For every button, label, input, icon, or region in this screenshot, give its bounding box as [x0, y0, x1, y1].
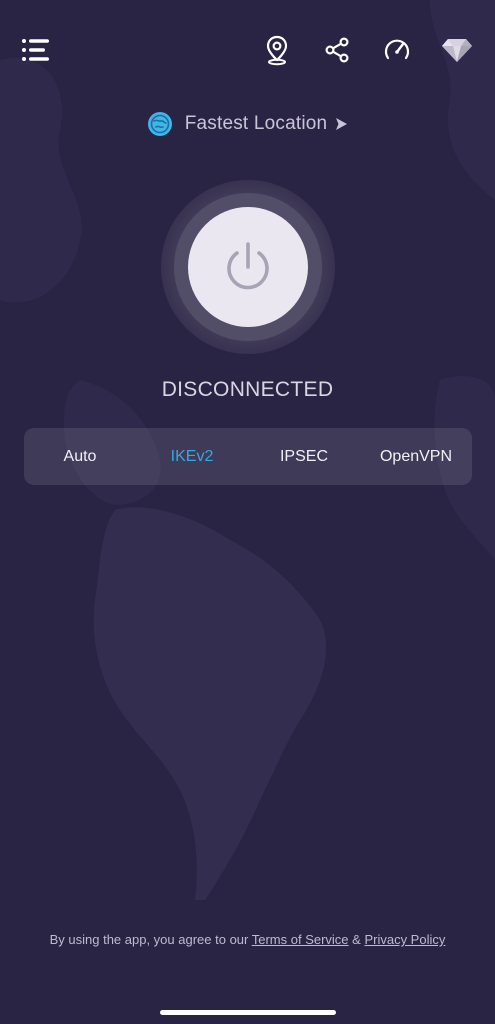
speed-test-button[interactable] — [377, 30, 417, 70]
home-indicator[interactable] — [160, 1010, 336, 1015]
legal-prefix: By using the app, you agree to our — [49, 932, 252, 947]
legal-footer: By using the app, you agree to our Terms… — [0, 932, 495, 947]
connect-power-button[interactable] — [188, 207, 308, 327]
legal-joiner: & — [348, 932, 365, 947]
menu-icon — [22, 39, 49, 61]
share-button[interactable] — [317, 30, 357, 70]
top-toolbar — [0, 30, 495, 74]
speedometer-icon — [384, 39, 410, 60]
privacy-policy-link[interactable]: Privacy Policy — [364, 932, 445, 947]
premium-button[interactable] — [437, 30, 477, 70]
connection-status: DISCONNECTED — [161, 378, 334, 401]
arrow-right-icon — [336, 118, 348, 130]
vpn-home-screen: Fastest Location DISCONNECTED Auto IKEv2… — [0, 0, 495, 1024]
globe-icon — [147, 112, 172, 136]
terms-of-service-link[interactable]: Terms of Service — [252, 932, 349, 947]
protocol-openvpn[interactable]: OpenVPN — [360, 428, 472, 485]
protocol-ikev2[interactable]: IKEv2 — [136, 428, 248, 485]
location-label: Fastest Location — [184, 113, 328, 134]
location-selector[interactable]: Fastest Location — [0, 106, 495, 142]
share-icon — [325, 37, 349, 63]
diamond-icon — [442, 39, 472, 62]
location-button[interactable] — [257, 30, 297, 70]
protocol-ipsec[interactable]: IPSEC — [248, 428, 360, 485]
location-pin-icon — [266, 35, 288, 66]
protocol-auto[interactable]: Auto — [24, 428, 136, 485]
menu-button[interactable] — [16, 30, 56, 70]
power-icon — [227, 242, 269, 290]
protocol-selector: Auto IKEv2 IPSEC OpenVPN — [24, 428, 472, 485]
world-map-background — [0, 0, 495, 900]
